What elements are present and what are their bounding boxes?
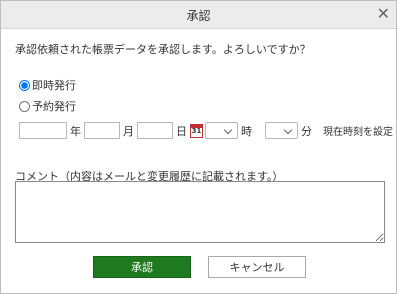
cancel-button[interactable]: キャンセル: [208, 256, 306, 278]
minute-unit: 分: [301, 124, 312, 138]
confirmation-message: 承認依頼された帳票データを承認します。よろしいですか？: [15, 43, 311, 56]
day-unit: 日: [176, 124, 187, 138]
dialog-title: 承認: [186, 9, 211, 23]
scheduled-label: 予約発行: [32, 100, 76, 113]
comment-textarea[interactable]: [15, 181, 385, 243]
scheduled-option[interactable]: 予約発行: [19, 98, 76, 114]
hour-select[interactable]: [205, 122, 238, 139]
schedule-date-row: 年 月 日 31 時 分 現在時刻を設定: [19, 122, 393, 139]
immediate-option[interactable]: 即時発行: [19, 77, 76, 93]
hour-unit: 時: [241, 124, 252, 138]
close-icon[interactable]: ✕: [377, 4, 390, 23]
minute-select[interactable]: [265, 122, 298, 139]
dialog-titlebar: 承認 ✕: [1, 1, 396, 29]
month-unit: 月: [123, 124, 134, 138]
scheduled-radio[interactable]: [19, 100, 30, 112]
set-current-time-link[interactable]: 現在時刻を設定: [323, 123, 393, 138]
immediate-radio[interactable]: [19, 79, 30, 91]
year-input[interactable]: [19, 122, 67, 139]
year-unit: 年: [70, 124, 81, 138]
approval-dialog: 承認 ✕ 承認依頼された帳票データを承認します。よろしいですか？ 即時発行 予約…: [0, 0, 397, 294]
immediate-label: 即時発行: [32, 79, 76, 92]
month-input[interactable]: [84, 122, 120, 139]
calendar-icon[interactable]: 31: [190, 123, 203, 138]
approve-button[interactable]: 承認: [93, 256, 191, 278]
day-input[interactable]: [137, 122, 173, 139]
